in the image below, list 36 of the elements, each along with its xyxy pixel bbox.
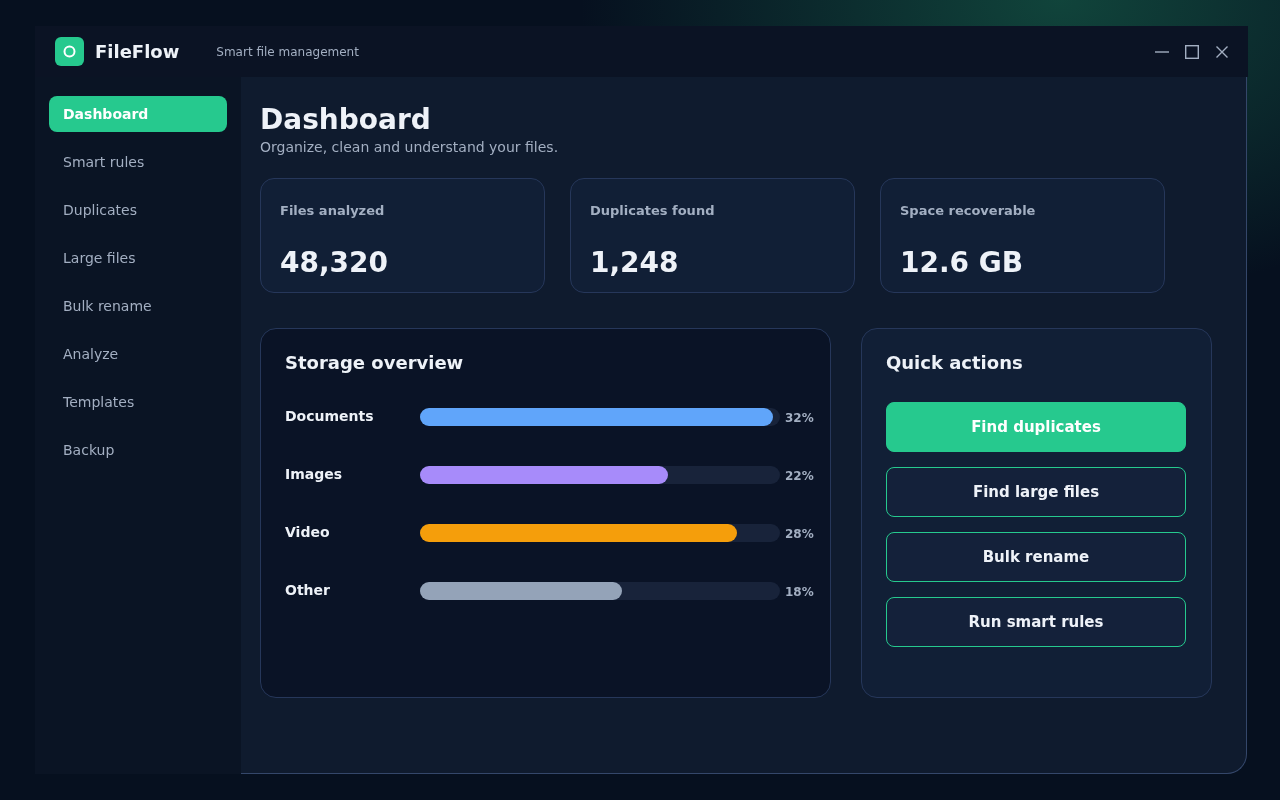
close-button[interactable] xyxy=(1215,44,1229,59)
storage-label: Documents xyxy=(285,408,375,424)
sidebar-item[interactable]: Backup xyxy=(49,432,227,468)
maximize-button[interactable] xyxy=(1185,44,1199,59)
app-tagline: Smart file management xyxy=(216,44,359,59)
storage-percent: 28% xyxy=(785,526,814,541)
sidebar-item[interactable]: Smart rules xyxy=(49,144,227,180)
stat-value: 48,320 xyxy=(280,246,389,280)
stat-label: Space recoverable xyxy=(900,203,1036,219)
close-icon xyxy=(1215,45,1229,58)
page-subtitle: Organize, clean and understand your files. xyxy=(260,138,559,156)
page-title: Dashboard xyxy=(260,103,431,137)
sidebar-item[interactable]: Duplicates xyxy=(49,192,227,228)
sidebar-item[interactable]: Templates xyxy=(49,384,227,420)
panel-title: Storage overview xyxy=(285,352,464,374)
action-button[interactable]: Find large files xyxy=(886,467,1186,517)
stat-value: 12.6 GB xyxy=(900,246,1024,280)
panel-title: Quick actions xyxy=(886,352,1023,374)
maximize-icon xyxy=(1185,44,1199,59)
storage-label: Images xyxy=(285,466,344,482)
action-button[interactable]: Bulk rename xyxy=(886,532,1186,582)
storage-percent: 22% xyxy=(785,468,814,483)
logo-icon xyxy=(55,37,84,66)
stat-value: 1,248 xyxy=(590,246,679,280)
storage-percent: 32% xyxy=(785,410,814,425)
action-button[interactable]: Run smart rules xyxy=(886,597,1186,647)
storage-label: Other xyxy=(285,582,331,598)
storage-label: Video xyxy=(285,524,331,540)
minimize-icon xyxy=(1155,50,1169,53)
sidebar-item[interactable]: Bulk rename xyxy=(49,288,227,324)
storage-percent: 18% xyxy=(785,584,814,599)
sidebar-item[interactable]: Analyze xyxy=(49,336,227,372)
stat-label: Duplicates found xyxy=(590,203,715,219)
sidebar-item[interactable]: Large files xyxy=(49,240,227,276)
stat-label: Files analyzed xyxy=(280,203,385,219)
app-name: FileFlow xyxy=(95,41,180,62)
